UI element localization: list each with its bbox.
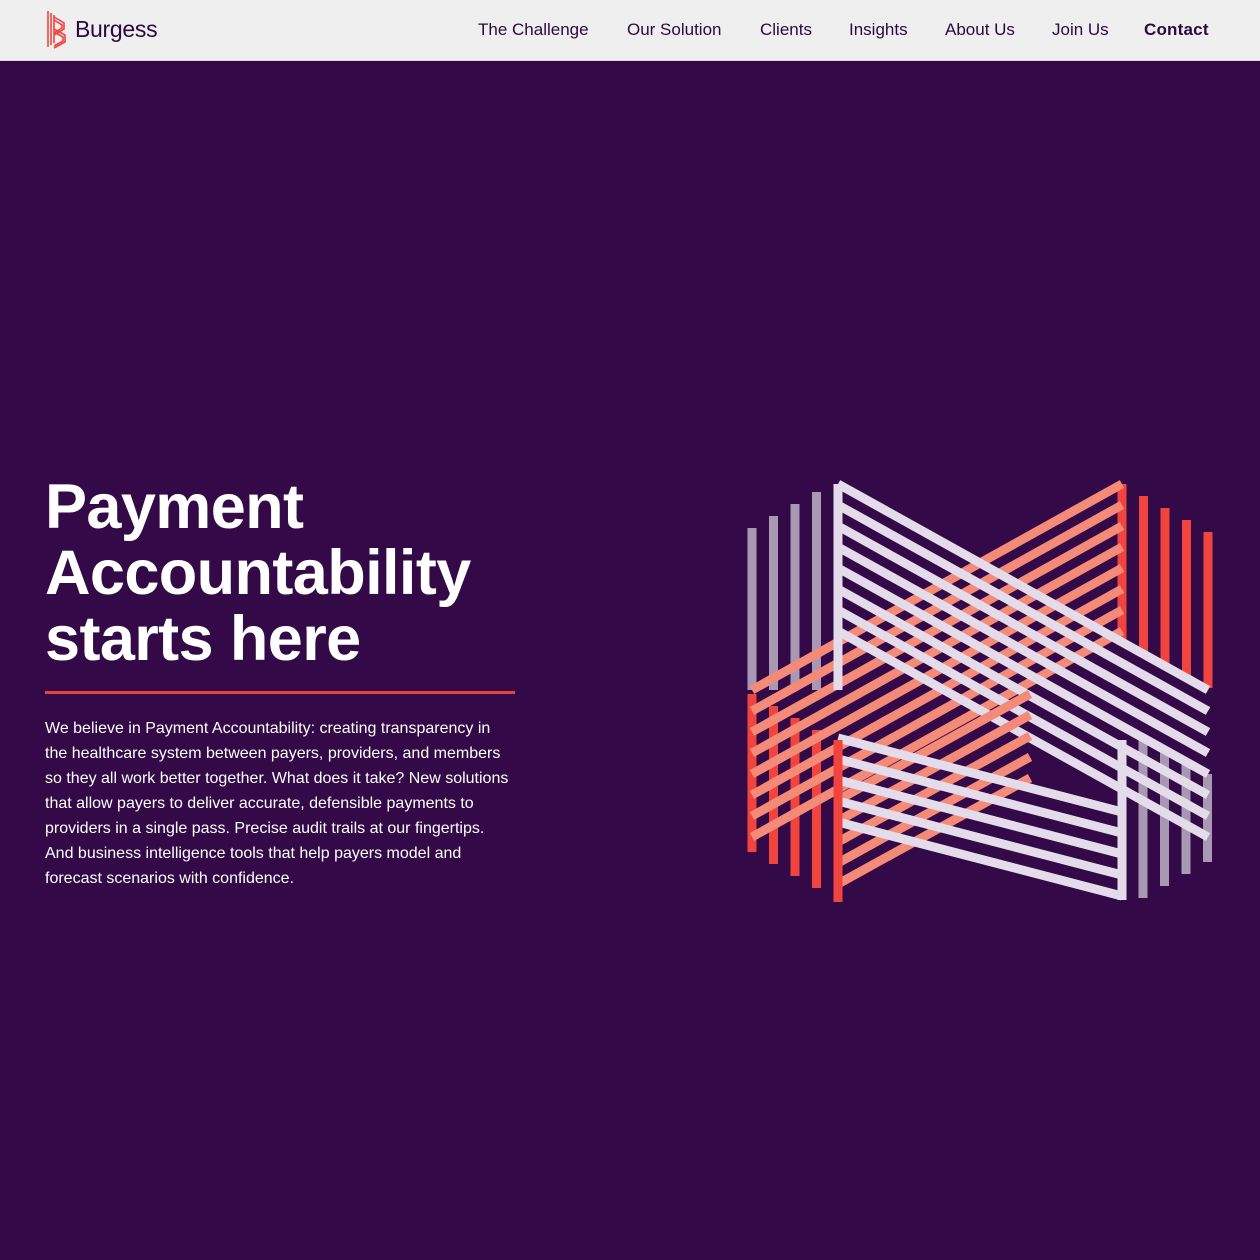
brand-name: Burgess [75,15,158,42]
hero-title-line: Payment [45,472,304,542]
nav-our-solution[interactable]: Our Solution [627,19,722,41]
nav-about-us[interactable]: About Us [945,19,1015,41]
nav-insights[interactable]: Insights [849,19,908,41]
interlocking-emblem-graphic [747,480,1213,902]
nav-clients[interactable]: Clients [760,19,812,41]
hero-title-line: starts here [45,604,361,674]
hero-description: We believe in Payment Accountability: cr… [45,720,509,887]
nav-join-us[interactable]: Join Us [1052,19,1109,41]
nav-contact[interactable]: Contact [1144,19,1209,41]
nav-the-challenge[interactable]: The Challenge [478,19,589,41]
hero-divider [45,691,515,694]
burgess-mark-icon [47,11,66,49]
site-header: Burgess The Challenge Our Solution Clien… [0,0,1260,61]
hero-title: Payment Accountability starts here [45,474,605,672]
hero-title-line: Accountability [45,538,471,608]
brand-logo-link[interactable]: Burgess [44,9,158,49]
